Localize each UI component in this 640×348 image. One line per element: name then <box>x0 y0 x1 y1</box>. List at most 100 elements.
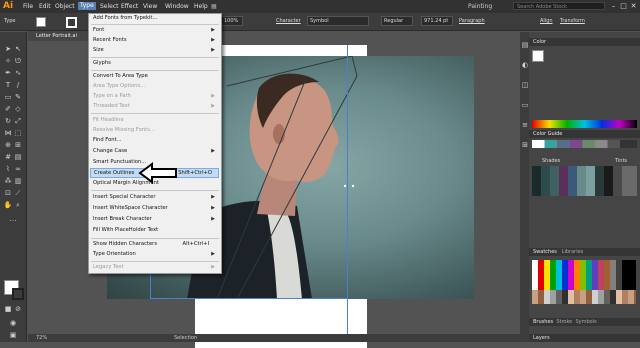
color-guide-harmony[interactable] <box>532 140 637 148</box>
menu-item-threaded-text[interactable]: Threaded Text ▶ <box>93 102 217 111</box>
stroke-color-swatch[interactable] <box>66 17 77 28</box>
menu-item-type-orientation[interactable]: Type Orientation ▶ <box>93 250 217 259</box>
color-guide-panel-title[interactable]: Color Guide <box>529 130 640 138</box>
stroke-tab[interactable]: Stroke <box>556 319 572 325</box>
scale-tool-icon[interactable]: ⤢ <box>13 116 23 126</box>
menu-object[interactable]: Object <box>55 3 75 10</box>
menu-item-fill-placeholder[interactable]: Fill With PlaceHolder Text <box>93 226 217 235</box>
slice-tool-icon[interactable]: ⟋ <box>13 188 23 198</box>
menu-file[interactable]: File <box>23 3 33 10</box>
eraser-tool-icon[interactable]: ◇ <box>13 104 23 114</box>
transform-panel-link[interactable]: Transform <box>560 18 585 24</box>
color-mode-icon[interactable]: ■ <box>3 304 13 314</box>
none-mode-icon[interactable]: ⊘ <box>13 304 23 314</box>
artboard-tool-icon[interactable]: ⊡ <box>3 188 13 198</box>
eyedropper-tool-icon[interactable]: ⌇ <box>3 164 13 174</box>
close-icon[interactable]: ✕ <box>629 2 638 11</box>
perspective-grid-tool-icon[interactable]: ⊞ <box>13 140 23 150</box>
maximize-icon[interactable]: □ <box>619 2 628 11</box>
color-fill-swatch[interactable] <box>532 50 544 62</box>
align-panel-link[interactable]: Align <box>540 18 553 24</box>
menu-item-convert-area-type[interactable]: Convert To Area Type <box>93 72 217 81</box>
status-tool-name[interactable]: Selection <box>174 335 197 341</box>
zoom-tool-icon[interactable]: ⌕ <box>13 200 23 210</box>
shape-builder-tool-icon[interactable]: ⊕ <box>3 140 13 150</box>
menu-item-change-case[interactable]: Change Case ▶ <box>93 147 217 156</box>
shaper-tool-icon[interactable]: ✐ <box>3 104 13 114</box>
stroke-swatch[interactable] <box>12 288 24 300</box>
lasso-tool-icon[interactable]: ᘎ <box>13 56 23 66</box>
type-tool-icon[interactable]: T <box>3 80 13 90</box>
blend-tool-icon[interactable]: ∞ <box>13 164 23 174</box>
menu-item-find-font[interactable]: Find Font... <box>93 136 217 145</box>
menu-window[interactable]: Window <box>165 3 189 10</box>
font-style-field[interactable]: Regular <box>381 16 413 26</box>
zoom-level[interactable]: 72% <box>36 335 47 341</box>
fill-color-swatch[interactable] <box>36 17 46 27</box>
brushes-tab[interactable]: Brushes <box>533 319 553 325</box>
menu-item-resolve-missing-fonts[interactable]: Resolve Missing Fonts... <box>93 126 217 135</box>
status-bar: 72% Selection <box>28 334 520 342</box>
gradient-tool-icon[interactable]: ▤ <box>13 152 23 162</box>
menu-item-glyphs[interactable]: Glyphs <box>93 59 217 68</box>
opacity-field[interactable]: 100% <box>221 16 243 26</box>
bridge-icon[interactable]: ▦ <box>211 3 217 10</box>
more-tools-icon[interactable]: … <box>8 214 18 224</box>
screen-mode-icon[interactable]: ▣ <box>8 330 18 340</box>
font-family-field[interactable]: Symbol <box>307 16 369 26</box>
rotate-tool-icon[interactable]: ↻ <box>3 116 13 126</box>
font-size-field[interactable]: 971.24 pt <box>421 16 453 26</box>
menu-view[interactable]: View <box>143 3 157 10</box>
brushes-panel-title: Brushes Stroke Symbols <box>529 318 640 326</box>
draw-mode-icon[interactable]: ◉ <box>8 318 18 328</box>
menu-item-font[interactable]: Font ▶ <box>93 26 217 35</box>
menu-item-show-hidden-chars[interactable]: Show Hidden Characters Alt+Ctrl+I <box>93 240 217 249</box>
paragraph-panel-link[interactable]: Paragraph <box>459 18 485 24</box>
pen-tool-icon[interactable]: ✒ <box>3 68 13 78</box>
menu-help[interactable]: Help <box>194 3 208 10</box>
menu-item-type-on-path[interactable]: Type on a Path ▶ <box>93 92 217 101</box>
layers-panel-title[interactable]: Layers <box>529 334 640 342</box>
menu-select[interactable]: Select <box>100 3 119 10</box>
free-transform-tool-icon[interactable]: ⬚ <box>13 128 23 138</box>
line-tool-icon[interactable]: / <box>13 80 23 90</box>
color-panel-title[interactable]: Color <box>529 38 640 46</box>
menu-edit[interactable]: Edit <box>39 3 51 10</box>
paintbrush-tool-icon[interactable]: ✎ <box>13 92 23 102</box>
workspace-switcher[interactable]: Painting <box>468 3 492 10</box>
menu-type[interactable]: Type <box>78 2 96 10</box>
swatches-grid-row2[interactable] <box>532 290 636 304</box>
menu-effect[interactable]: Effect <box>121 3 138 10</box>
swatches-tab[interactable]: Swatches <box>533 249 557 255</box>
submenu-arrow-icon: ▶ <box>211 216 215 222</box>
minimize-icon[interactable]: – <box>609 2 618 11</box>
width-tool-icon[interactable]: ⋈ <box>3 128 13 138</box>
libraries-tab[interactable]: Libraries <box>562 249 584 255</box>
menu-item-size[interactable]: Size ▶ <box>93 46 217 55</box>
menu-separator <box>91 24 219 25</box>
menu-item-recent-fonts[interactable]: Recent Fonts ▶ <box>93 36 217 45</box>
magic-wand-tool-icon[interactable]: ✧ <box>3 56 13 66</box>
search-stock-input[interactable]: Search Adobe Stock <box>513 2 605 10</box>
menu-item-insert-special-char[interactable]: Insert Special Character ▶ <box>93 193 217 202</box>
symbols-tab[interactable]: Symbols <box>575 319 596 325</box>
shades-tints-grid[interactable] <box>532 166 637 196</box>
swatches-grid[interactable] <box>532 260 636 290</box>
selection-tool-icon[interactable]: ➤ <box>3 44 13 54</box>
character-panel-link[interactable]: Character <box>276 18 301 24</box>
direct-selection-tool-icon[interactable]: ↖ <box>13 44 23 54</box>
menu-item-insert-whitespace[interactable]: Insert WhiteSpace Character ▶ <box>93 204 217 213</box>
menu-item-add-fonts[interactable]: Add Fonts from Typekit... <box>93 14 217 23</box>
color-spectrum[interactable] <box>532 120 637 128</box>
graph-tool-icon[interactable]: ▥ <box>13 176 23 186</box>
rectangle-tool-icon[interactable]: ▭ <box>3 92 13 102</box>
mesh-tool-icon[interactable]: # <box>3 152 13 162</box>
symbol-sprayer-tool-icon[interactable]: ⁂ <box>3 176 13 186</box>
menu-item-fit-headline[interactable]: Fit Headline <box>93 116 217 125</box>
menu-item-area-type-options[interactable]: Area Type Options... <box>93 82 217 91</box>
curvature-tool-icon[interactable]: ∿ <box>13 68 23 78</box>
menu-item-insert-break[interactable]: Insert Break Character ▶ <box>93 215 217 224</box>
hand-tool-icon[interactable]: ✋ <box>3 200 13 210</box>
menu-item-legacy-text[interactable]: Legacy Text ▶ <box>93 263 217 272</box>
type-menu-dropdown: Add Fonts from Typekit... Font ▶ Recent F… <box>88 13 222 274</box>
